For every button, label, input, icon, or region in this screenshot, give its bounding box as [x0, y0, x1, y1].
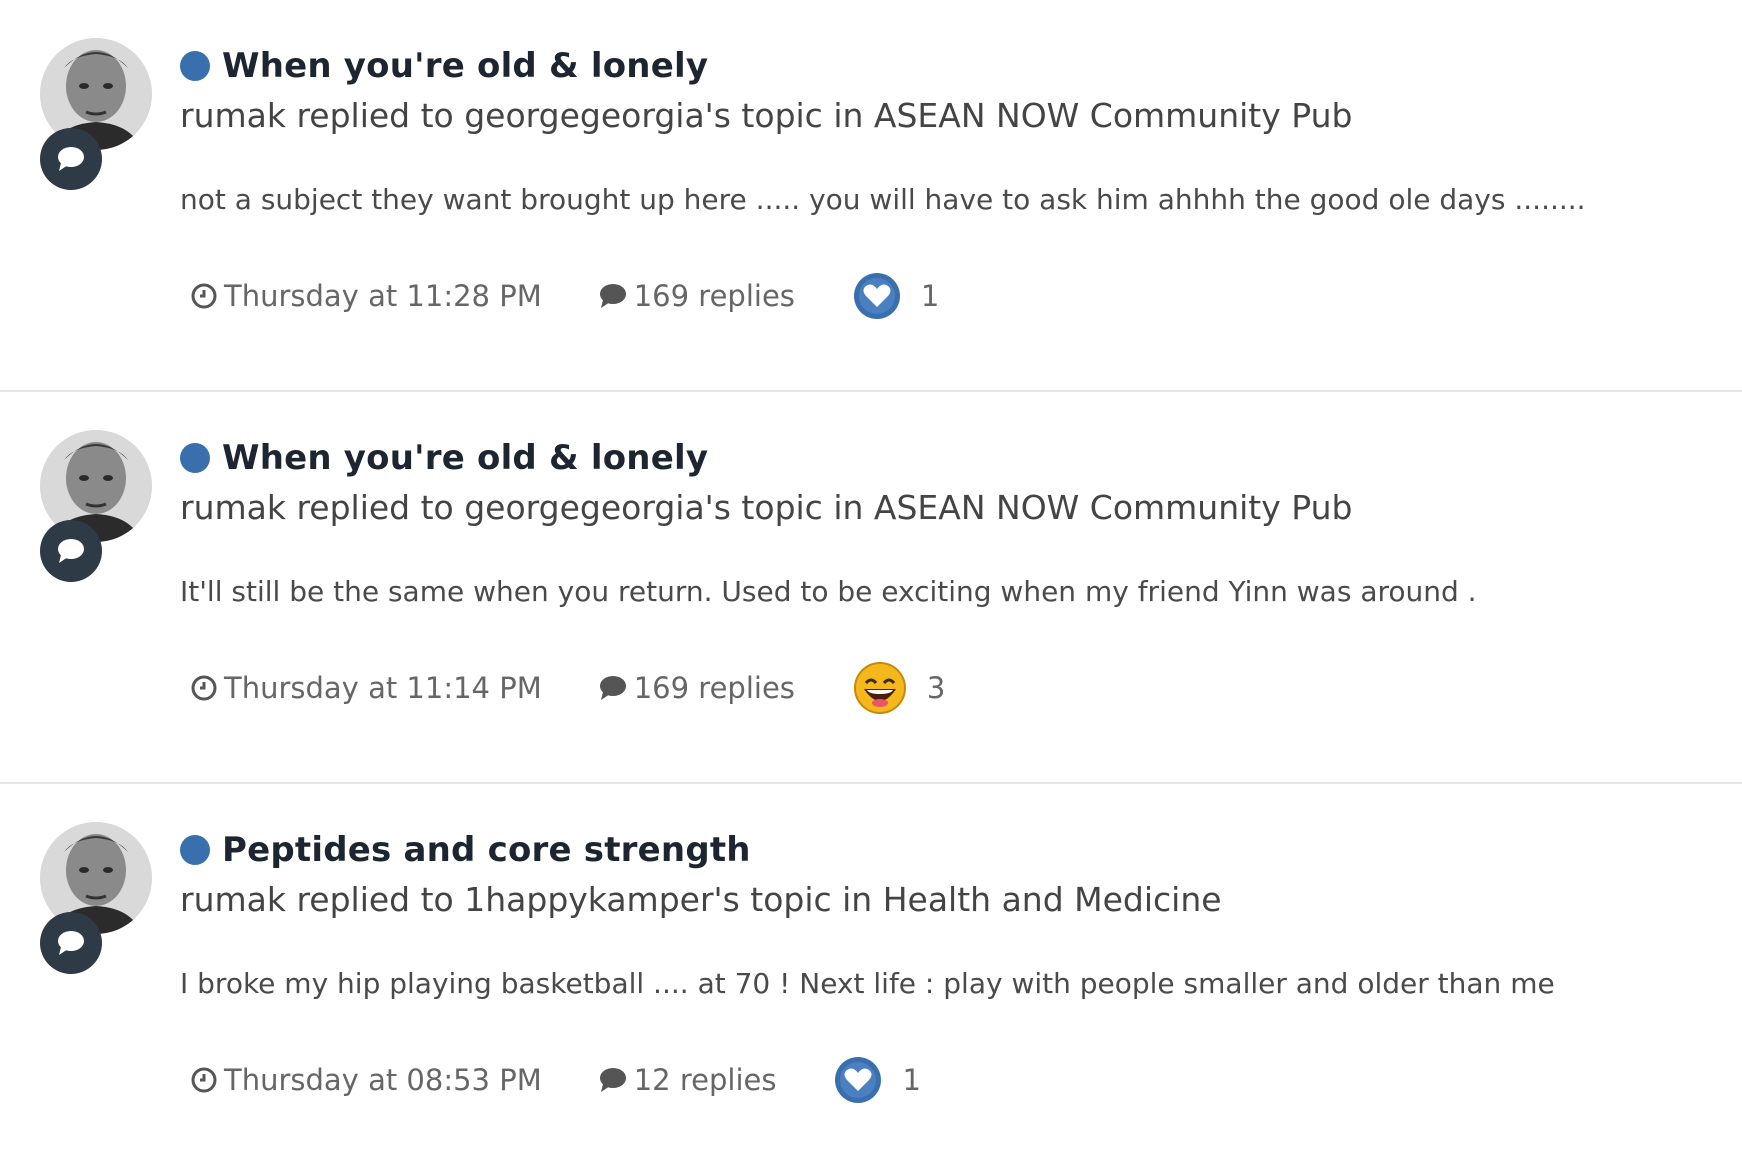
stats-row: Thursday at 11:14 PM 169 replies 3	[180, 660, 1682, 716]
unread-indicator	[180, 443, 210, 473]
activity-description: rumak replied to 1happykamper's topic in…	[180, 880, 1222, 919]
unread-indicator	[180, 51, 210, 81]
title-row: Peptides and core strength	[180, 824, 1682, 876]
stats-row: Thursday at 08:53 PM 12 replies 1	[180, 1052, 1682, 1108]
avatar-container	[40, 430, 154, 582]
comment-icon	[58, 147, 84, 171]
topic-title-link[interactable]: Peptides and core strength	[222, 830, 751, 870]
comment-icon	[58, 931, 84, 955]
avatar-container	[40, 822, 154, 974]
title-row: When you're old & lonely	[180, 40, 1682, 92]
stats-row: Thursday at 11:28 PM 169 replies 1	[180, 268, 1682, 324]
post-snippet: not a subject they want brought up here …	[180, 183, 1586, 216]
heart-like-icon	[835, 1057, 882, 1103]
reaction-summary[interactable]: 1	[834, 1056, 921, 1104]
unread-indicator	[180, 835, 210, 865]
replies-text: 169 replies	[633, 671, 795, 705]
heart-like-icon	[853, 273, 900, 319]
comment-icon	[599, 676, 626, 700]
timestamp-text: Thursday at 11:14 PM	[224, 671, 542, 705]
replies-count: 169 replies	[598, 279, 795, 313]
timestamp[interactable]: Thursday at 11:28 PM	[190, 279, 542, 313]
reaction-count: 1	[902, 1063, 921, 1097]
clock-icon	[191, 1067, 217, 1093]
activity-item: When you're old & lonely rumak replied t…	[0, 392, 1742, 784]
clock-icon	[191, 675, 217, 701]
activity-content: Peptides and core strength rumak replied…	[180, 824, 1682, 1108]
replies-text: 169 replies	[633, 279, 795, 313]
activity-description: rumak replied to georgegeorgia's topic i…	[180, 96, 1353, 135]
topic-title-link[interactable]: When you're old & lonely	[222, 46, 708, 86]
reaction-count: 3	[926, 671, 946, 705]
activity-item: When you're old & lonely rumak replied t…	[0, 0, 1742, 392]
laughing-emoji-icon	[853, 662, 906, 714]
activity-description: rumak replied to georgegeorgia's topic i…	[180, 488, 1353, 527]
comment-icon	[599, 284, 626, 308]
activity-feed: When you're old & lonely rumak replied t…	[0, 0, 1742, 1152]
activity-content: When you're old & lonely rumak replied t…	[180, 40, 1682, 324]
clock-icon	[191, 283, 217, 309]
comment-icon	[58, 539, 84, 563]
activity-item: Peptides and core strength rumak replied…	[0, 784, 1742, 1150]
post-snippet: It'll still be the same when you return.…	[180, 575, 1477, 608]
title-row: When you're old & lonely	[180, 432, 1682, 484]
reaction-summary[interactable]: 3	[853, 661, 945, 715]
post-snippet: I broke my hip playing basketball .... a…	[180, 967, 1555, 1000]
topic-title-link[interactable]: When you're old & lonely	[222, 438, 708, 478]
comment-type-badge	[40, 520, 102, 582]
activity-content: When you're old & lonely rumak replied t…	[180, 432, 1682, 716]
replies-text: 12 replies	[633, 1063, 777, 1097]
reaction-count: 1	[920, 279, 940, 313]
comment-type-badge	[40, 912, 102, 974]
comment-icon	[599, 1068, 626, 1092]
comment-type-badge	[40, 128, 102, 190]
avatar-container	[40, 38, 154, 190]
replies-count: 169 replies	[598, 671, 795, 705]
reaction-summary[interactable]: 1	[853, 272, 939, 320]
timestamp-text: Thursday at 08:53 PM	[224, 1063, 542, 1097]
timestamp[interactable]: Thursday at 11:14 PM	[190, 671, 542, 705]
timestamp[interactable]: Thursday at 08:53 PM	[190, 1063, 542, 1097]
timestamp-text: Thursday at 11:28 PM	[224, 279, 542, 313]
replies-count: 12 replies	[598, 1063, 777, 1097]
